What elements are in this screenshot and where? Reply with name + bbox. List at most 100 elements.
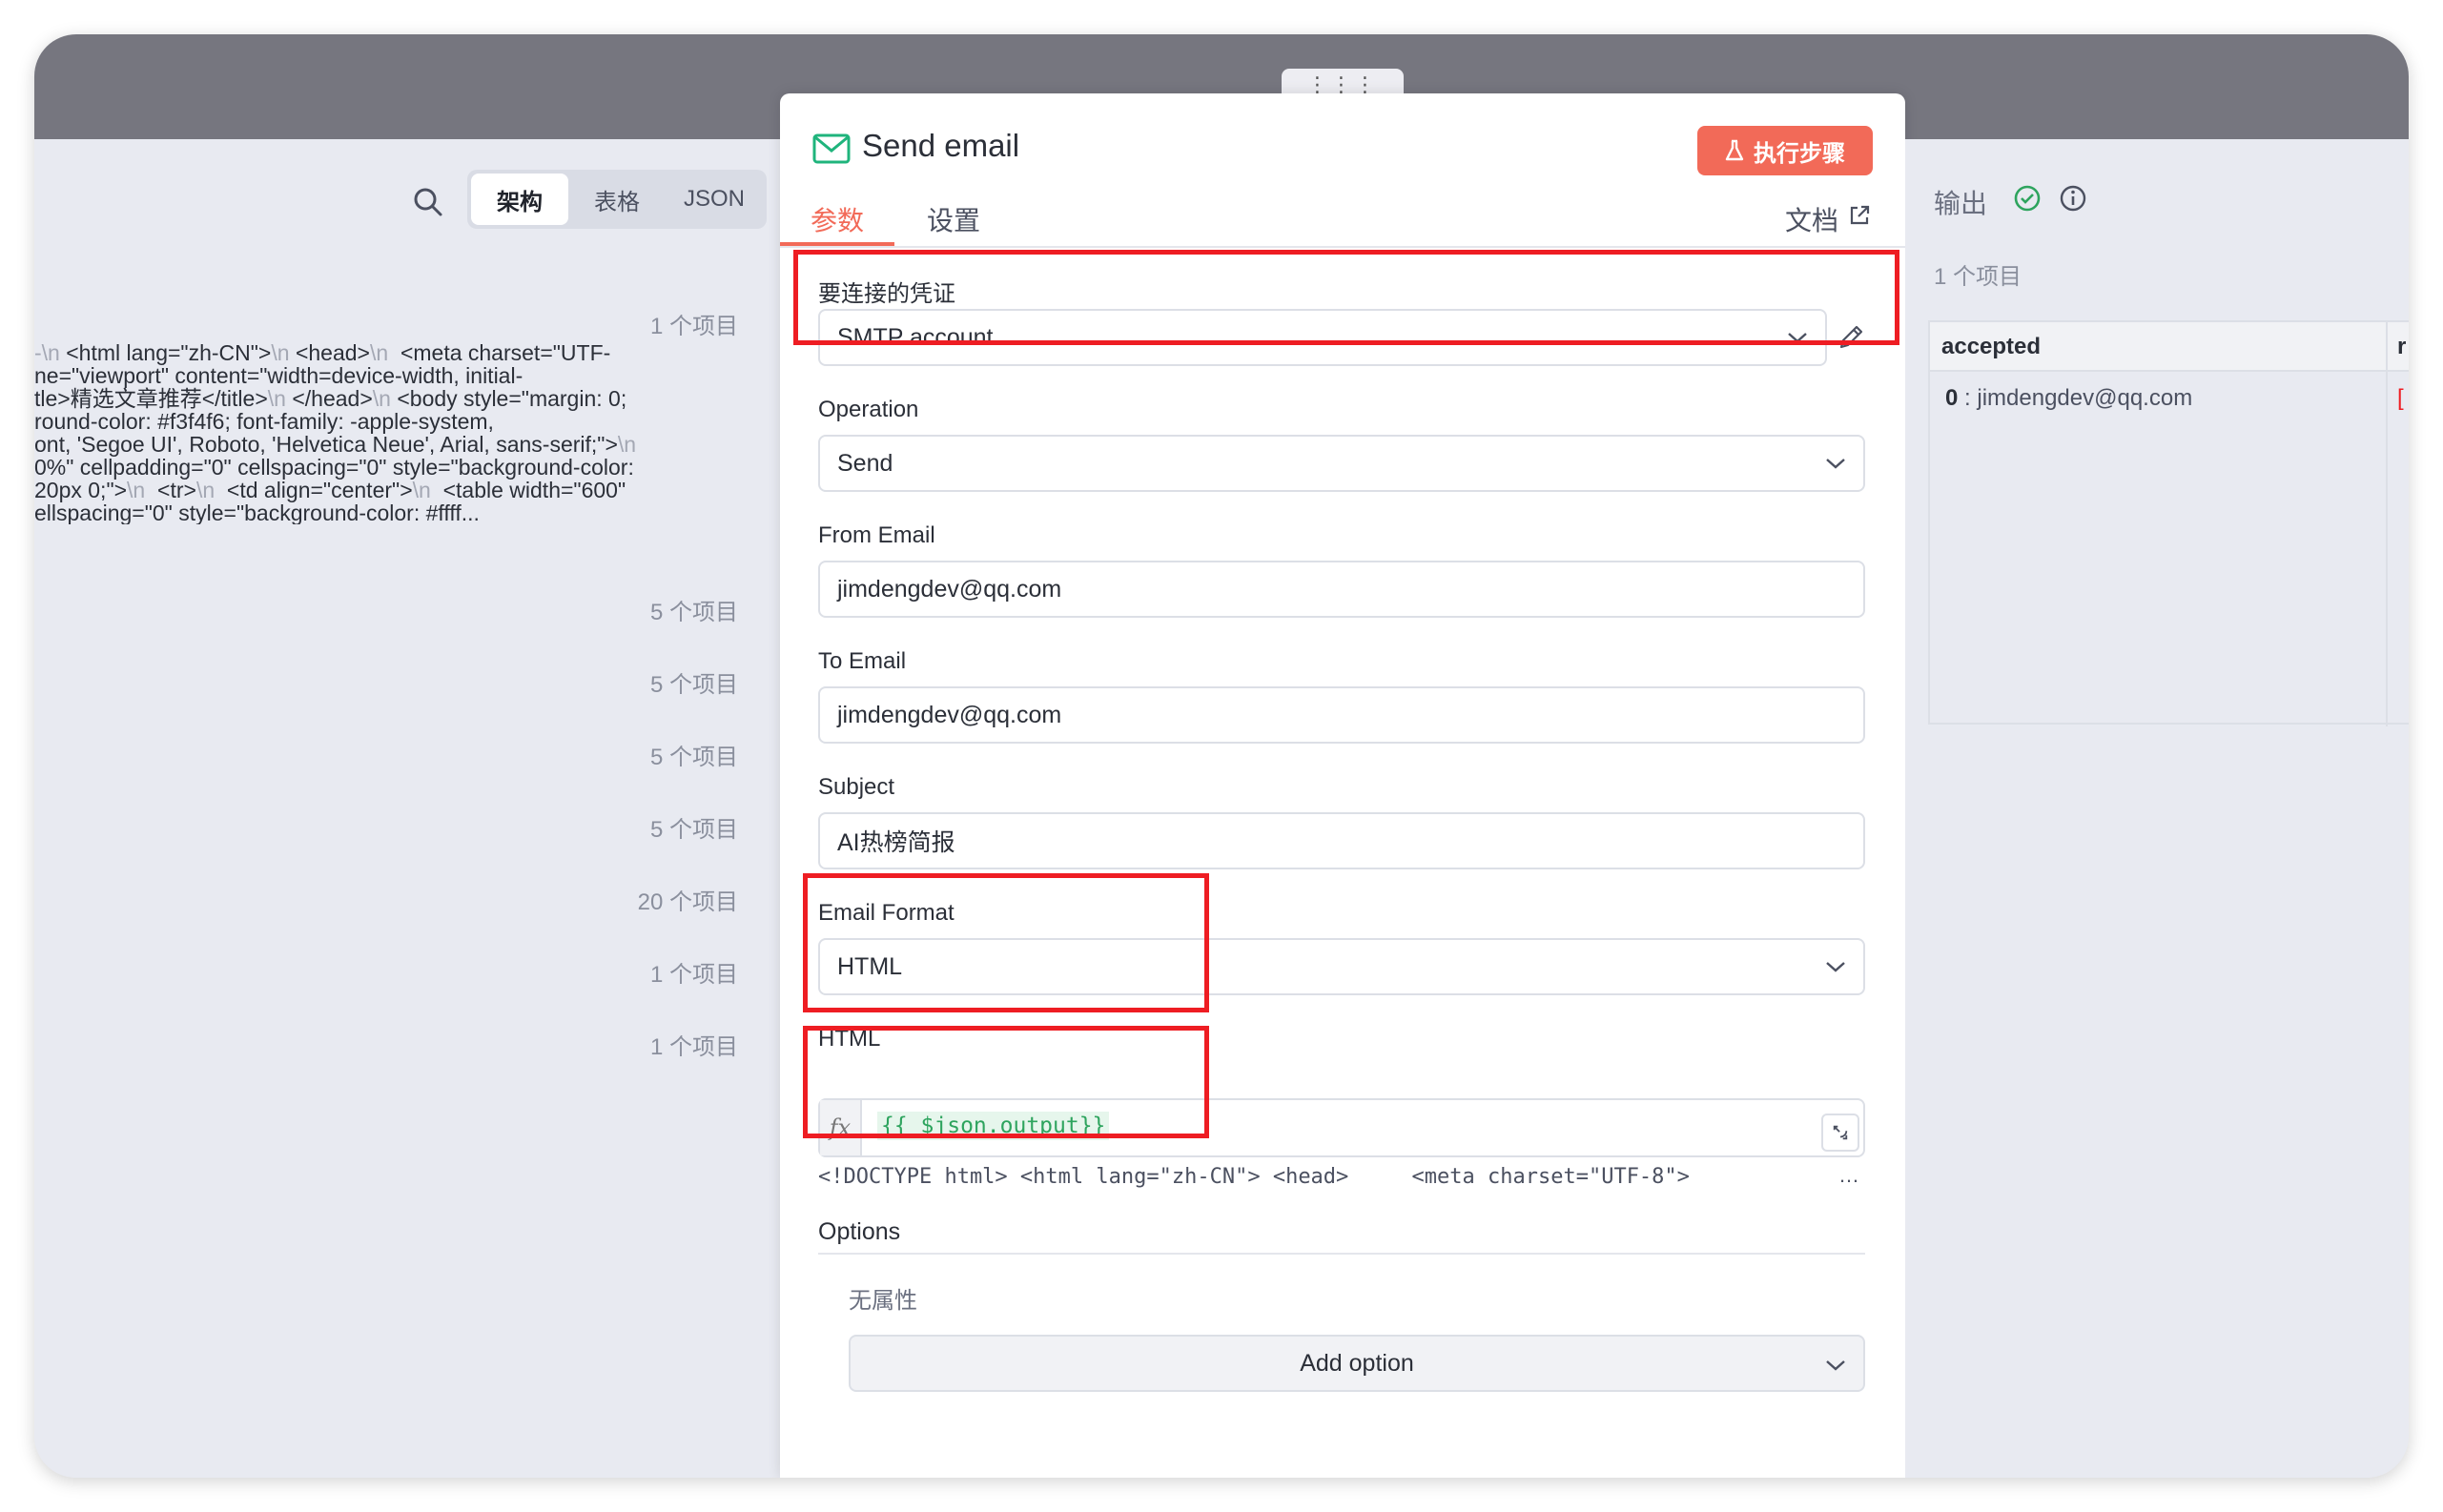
html-text: round-color: #f3f4f6; font-family: -appl…	[34, 409, 494, 434]
email-format-value: HTML	[837, 952, 903, 980]
expand-editor-icon[interactable]	[1821, 1114, 1859, 1152]
row-separator: :	[1958, 385, 1978, 411]
info-icon[interactable]	[2058, 183, 2088, 214]
credential-value: SMTP account	[837, 323, 994, 351]
html-preview-line: -\n <html lang="zh-CN">\n <head>\n <meta…	[34, 341, 759, 364]
to-email-label: To Email	[818, 648, 907, 674]
pencil-icon[interactable]	[1836, 322, 1866, 353]
row-index: 0	[1945, 385, 1959, 411]
output-panel: 输出 1 个项目 accepted r 0 : jimdengdev@qq.co…	[1905, 139, 2409, 1478]
from-email-label: From Email	[818, 522, 935, 548]
item-count: 5 个项目	[649, 745, 738, 770]
html-text: <meta charset="UTF-	[400, 341, 611, 365]
view-mode-switch: 架构 表格 JSON	[467, 170, 767, 229]
html-text: <head>	[295, 341, 370, 365]
html-preview-line: ont, 'Segoe UI', Roboto, 'Helvetica Neue…	[34, 433, 759, 456]
success-check-icon	[2014, 185, 2041, 212]
output-table: accepted r 0 : jimdengdev@qq.com [	[1928, 320, 2409, 726]
html-text: </head>	[292, 386, 373, 411]
item-count: 5 个项目	[649, 817, 738, 843]
view-mode-json[interactable]: JSON	[666, 174, 763, 225]
from-email-value: jimdengdev@qq.com	[837, 575, 1062, 603]
flask-icon	[1725, 139, 1744, 161]
credential-select[interactable]: SMTP account	[818, 309, 1827, 366]
to-email-input[interactable]: jimdengdev@qq.com	[818, 686, 1865, 744]
to-email-value: jimdengdev@qq.com	[837, 701, 1062, 728]
html-text: tle>精选文章推荐</title>	[34, 386, 268, 411]
item-count: 20 个项目	[637, 889, 738, 915]
item-count: 1 个项目	[649, 962, 738, 988]
subject-value: AI热榜简报	[837, 829, 955, 856]
output-item-count: 1 个项目	[1934, 264, 2022, 290]
operation-value: Send	[837, 449, 893, 477]
escape-sequence: \n	[412, 478, 443, 502]
view-mode-schema[interactable]: 架构	[471, 174, 568, 225]
output-title: 输出	[1934, 189, 1988, 218]
docs-link[interactable]: 文档	[1785, 200, 1838, 238]
node-title[interactable]: Send email	[862, 128, 1019, 164]
html-value-preview: -\n <html lang="zh-CN">\n <head>\n <meta…	[34, 341, 759, 524]
escape-sequence: \n	[267, 386, 293, 411]
html-preview-line: ne="viewport" content="width=device-widt…	[34, 364, 759, 387]
search-icon[interactable]	[411, 185, 445, 219]
item-count: 5 个项目	[649, 672, 738, 698]
operation-select[interactable]: Send	[818, 435, 1865, 492]
html-preview-line: round-color: #f3f4f6; font-family: -appl…	[34, 410, 759, 433]
escape-sequence: -\n	[34, 341, 67, 365]
html-text: 0%" cellpadding="0" cellspacing="0" styl…	[34, 455, 634, 480]
operation-label: Operation	[818, 397, 919, 422]
html-text: ne="viewport" content="width=device-widt…	[34, 363, 524, 388]
html-label: HTML	[818, 1026, 881, 1052]
html-text: <tr>	[157, 478, 196, 502]
escape-sequence: \n	[369, 341, 400, 365]
output-table-header: accepted r	[1930, 322, 2409, 372]
tabs-divider	[780, 246, 1905, 248]
item-count: 5 个项目	[649, 600, 738, 625]
escape-sequence: \n	[617, 432, 637, 457]
html-text: <html lang="zh-CN">	[66, 341, 272, 365]
add-option-button[interactable]: Add option	[849, 1335, 1865, 1392]
row-value: jimdengdev@qq.com	[1977, 385, 2193, 411]
tab-settings[interactable]: 设置	[927, 200, 980, 238]
fx-badge: fx	[820, 1100, 862, 1155]
html-text: 20px 0;">	[34, 478, 128, 502]
email-format-select[interactable]: HTML	[818, 938, 1865, 995]
html-text: <body style="margin: 0;	[397, 386, 627, 411]
execute-step-button[interactable]: 执行步骤	[1697, 126, 1873, 175]
escape-sequence: \n	[195, 478, 227, 502]
html-result-preview: <!DOCTYPE html> <html lang="zh-CN"> <hea…	[818, 1165, 1690, 1189]
escape-sequence: \n	[372, 386, 398, 411]
table-row: 0 : jimdengdev@qq.com	[1945, 385, 2192, 412]
execute-step-label: 执行步骤	[1754, 140, 1845, 167]
item-count: 1 个项目	[649, 1034, 738, 1060]
html-preview-line: ellspacing="0" style="background-color: …	[34, 501, 759, 524]
add-option-label: Add option	[1300, 1349, 1414, 1377]
subject-input[interactable]: AI热榜简报	[818, 812, 1865, 869]
tab-parameters[interactable]: 参数	[811, 200, 864, 238]
column-header-next[interactable]: r	[2397, 334, 2406, 360]
preview-ellipsis: …	[1838, 1163, 1859, 1187]
row-value-next: [	[2397, 385, 2404, 411]
from-email-input[interactable]: jimdengdev@qq.com	[818, 561, 1865, 618]
html-text: ellspacing="0" style="background-color: …	[34, 501, 480, 524]
chevron-down-icon	[1826, 459, 1845, 469]
options-divider	[818, 1253, 1865, 1255]
subject-label: Subject	[818, 774, 895, 800]
escape-sequence: \n	[127, 478, 158, 502]
view-mode-table[interactable]: 表格	[568, 174, 666, 225]
html-expression-value: {{ $json.output}}	[877, 1112, 1110, 1140]
column-divider	[2386, 322, 2388, 726]
column-header-accepted[interactable]: accepted	[1941, 334, 2041, 360]
active-tab-indicator	[780, 242, 894, 246]
html-preview-line: 20px 0;">\n <tr>\n <td align="center">\n…	[34, 479, 759, 501]
app-window: ⋮⋮⋮ 架构 表格 JSON 1 个项目 -\n <html lang="zh-…	[34, 34, 2409, 1478]
chevron-down-icon	[1788, 333, 1807, 343]
external-link-icon[interactable]	[1848, 204, 1871, 227]
html-expression-input[interactable]: fx {{ $json.output}}	[818, 1098, 1865, 1157]
html-text: <table width="600"	[442, 478, 626, 502]
chevron-down-icon	[1826, 1360, 1845, 1371]
item-count: 1 个项目	[649, 314, 738, 339]
html-text: ont, 'Segoe UI', Roboto, 'Helvetica Neue…	[34, 432, 618, 457]
html-text: <td align="center">	[226, 478, 413, 502]
chevron-down-icon	[1826, 962, 1845, 972]
